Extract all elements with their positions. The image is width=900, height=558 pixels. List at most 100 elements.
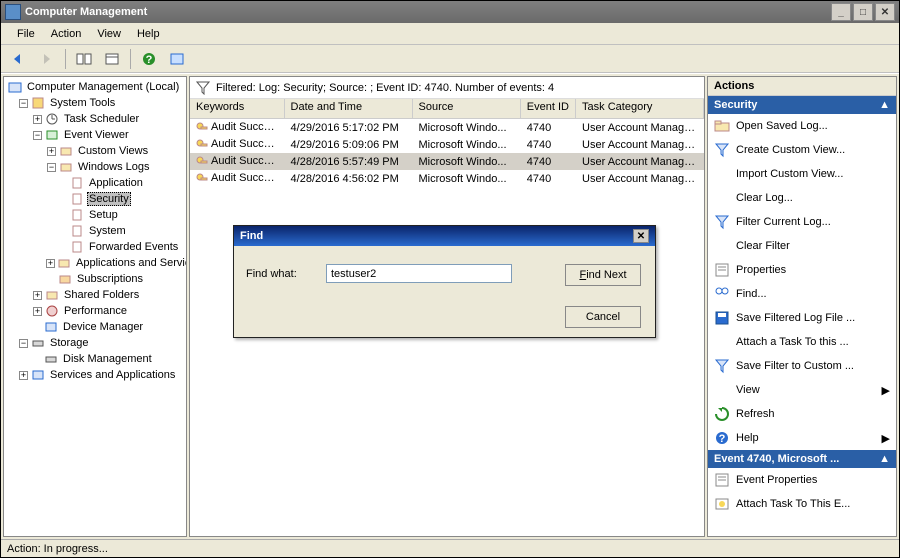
action-label: Save Filtered Log File ...: [736, 312, 855, 324]
minimize-button[interactable]: _: [831, 3, 851, 21]
menu-action[interactable]: Action: [43, 26, 90, 42]
find-next-button[interactable]: Find Next: [565, 264, 641, 286]
action-properties[interactable]: Properties: [708, 258, 896, 282]
maximize-button[interactable]: □: [853, 3, 873, 21]
action-label: Attach Task To This E...: [736, 498, 850, 510]
find-close-button[interactable]: ✕: [633, 229, 649, 243]
tree-log-application[interactable]: Application: [8, 175, 186, 191]
tree-performance[interactable]: +Performance: [8, 303, 186, 319]
event-row[interactable]: Audit Success4/28/2016 5:57:49 PMMicroso…: [190, 153, 704, 170]
column-eventid[interactable]: Event ID: [521, 99, 576, 118]
expand-icon[interactable]: +: [47, 147, 56, 156]
menu-help[interactable]: Help: [129, 26, 168, 42]
tree-disk-management[interactable]: Disk Management: [8, 351, 186, 367]
action-icon: [714, 310, 730, 326]
action-event-properties[interactable]: Event Properties: [708, 468, 896, 492]
event-row[interactable]: Audit Success4/28/2016 4:56:02 PMMicroso…: [190, 170, 704, 187]
action-label: Refresh: [736, 408, 775, 420]
action-clear-filter[interactable]: Clear Filter: [708, 234, 896, 258]
action-label: Create Custom View...: [736, 144, 845, 156]
action-clear-log[interactable]: Clear Log...: [708, 186, 896, 210]
menu-file[interactable]: File: [9, 26, 43, 42]
action-icon: [714, 262, 730, 278]
action-label: Event Properties: [736, 474, 817, 486]
collapse-icon[interactable]: −: [33, 131, 42, 140]
action-import-custom-view[interactable]: Import Custom View...: [708, 162, 896, 186]
action-view[interactable]: View ▶: [708, 378, 896, 402]
tree-log-forwarded[interactable]: Forwarded Events: [8, 239, 186, 255]
collapse-icon[interactable]: ▲: [879, 99, 890, 111]
collapse-icon[interactable]: −: [47, 163, 56, 172]
tree-shared-folders[interactable]: +Shared Folders: [8, 287, 186, 303]
tree-device-manager[interactable]: Device Manager: [8, 319, 186, 335]
forward-button[interactable]: [35, 48, 59, 70]
action-refresh[interactable]: Refresh: [708, 402, 896, 426]
tree-task-scheduler[interactable]: +Task Scheduler: [8, 111, 186, 127]
menubar: File Action View Help: [1, 23, 899, 45]
tree-windows-logs[interactable]: −Windows Logs: [8, 159, 186, 175]
tree-app-services-logs[interactable]: +Applications and Services Logs: [8, 255, 186, 271]
tree-storage[interactable]: −Storage: [8, 335, 186, 351]
action-label: Import Custom View...: [736, 168, 843, 180]
submenu-arrow-icon: ▶: [882, 384, 890, 397]
action-label: View: [736, 384, 760, 396]
column-taskcategory[interactable]: Task Category: [576, 99, 704, 118]
event-row[interactable]: Audit Success4/29/2016 5:17:02 PMMicroso…: [190, 119, 704, 136]
action-attach-task-to-this-e[interactable]: Attach Task To This E...: [708, 492, 896, 516]
action-label: Filter Current Log...: [736, 216, 831, 228]
action-icon: [714, 286, 730, 302]
filter-text: Filtered: Log: Security; Source: ; Event…: [216, 82, 554, 94]
close-button[interactable]: ✕: [875, 3, 895, 21]
tree-custom-views[interactable]: +Custom Views: [8, 143, 186, 159]
svg-text:?: ?: [719, 433, 726, 445]
action-icon: [714, 190, 730, 206]
action-open-saved-log[interactable]: Open Saved Log...: [708, 114, 896, 138]
tree-log-system[interactable]: System: [8, 223, 186, 239]
column-datetime[interactable]: Date and Time: [285, 99, 413, 118]
action-help[interactable]: ?Help▶: [708, 426, 896, 450]
action-label: Save Filter to Custom ...: [736, 360, 854, 372]
collapse-icon[interactable]: ▲: [879, 453, 890, 465]
action-filter-current-log[interactable]: Filter Current Log...: [708, 210, 896, 234]
toolbar-sep2: [130, 49, 131, 69]
find-cancel-button[interactable]: Cancel: [565, 306, 641, 328]
tree-log-setup[interactable]: Setup: [8, 207, 186, 223]
expand-icon[interactable]: +: [33, 307, 42, 316]
statusbar: Action: In progress...: [1, 539, 899, 557]
collapse-icon[interactable]: −: [19, 99, 28, 108]
menu-view[interactable]: View: [89, 26, 129, 42]
app-icon: [5, 4, 21, 20]
tree-subscriptions[interactable]: Subscriptions: [8, 271, 186, 287]
action-create-custom-view[interactable]: Create Custom View...: [708, 138, 896, 162]
action-icon: [714, 382, 730, 398]
tree-log-security[interactable]: Security: [8, 191, 186, 207]
help-button[interactable]: ?: [137, 48, 161, 70]
find-dialog: Find ✕ Find what: Find Next Cancel: [233, 225, 656, 338]
column-keywords[interactable]: Keywords: [190, 99, 285, 118]
tree-system-tools[interactable]: −System Tools: [8, 95, 186, 111]
expand-icon[interactable]: +: [46, 259, 55, 268]
tree-services-apps[interactable]: +Services and Applications: [8, 367, 186, 383]
action-save-filter-to-custom[interactable]: Save Filter to Custom ...: [708, 354, 896, 378]
toolbar-button-b[interactable]: [100, 48, 124, 70]
expand-icon[interactable]: +: [19, 371, 28, 380]
expand-icon[interactable]: +: [33, 115, 42, 124]
event-row[interactable]: Audit Success4/29/2016 5:09:06 PMMicroso…: [190, 136, 704, 153]
toolbar-button-c[interactable]: [165, 48, 189, 70]
collapse-icon[interactable]: −: [19, 339, 28, 348]
action-attach-a-task-to-this[interactable]: Attach a Task To this ...: [708, 330, 896, 354]
funnel-icon: [196, 81, 210, 95]
column-source[interactable]: Source: [413, 99, 521, 118]
find-input[interactable]: [326, 264, 512, 283]
back-button[interactable]: [7, 48, 31, 70]
tree-event-viewer[interactable]: −Event Viewer: [8, 127, 186, 143]
action-icon: [714, 406, 730, 422]
action-label: Find...: [736, 288, 767, 300]
expand-icon[interactable]: +: [33, 291, 42, 300]
actions-list-2: Event Properties Attach Task To This E...: [708, 468, 896, 516]
action-save-filtered-log-file[interactable]: Save Filtered Log File ...: [708, 306, 896, 330]
find-body: Find what: Find Next Cancel: [234, 246, 655, 337]
tree-root[interactable]: Computer Management (Local): [8, 79, 186, 95]
toolbar-button-a[interactable]: [72, 48, 96, 70]
action-find[interactable]: Find...: [708, 282, 896, 306]
